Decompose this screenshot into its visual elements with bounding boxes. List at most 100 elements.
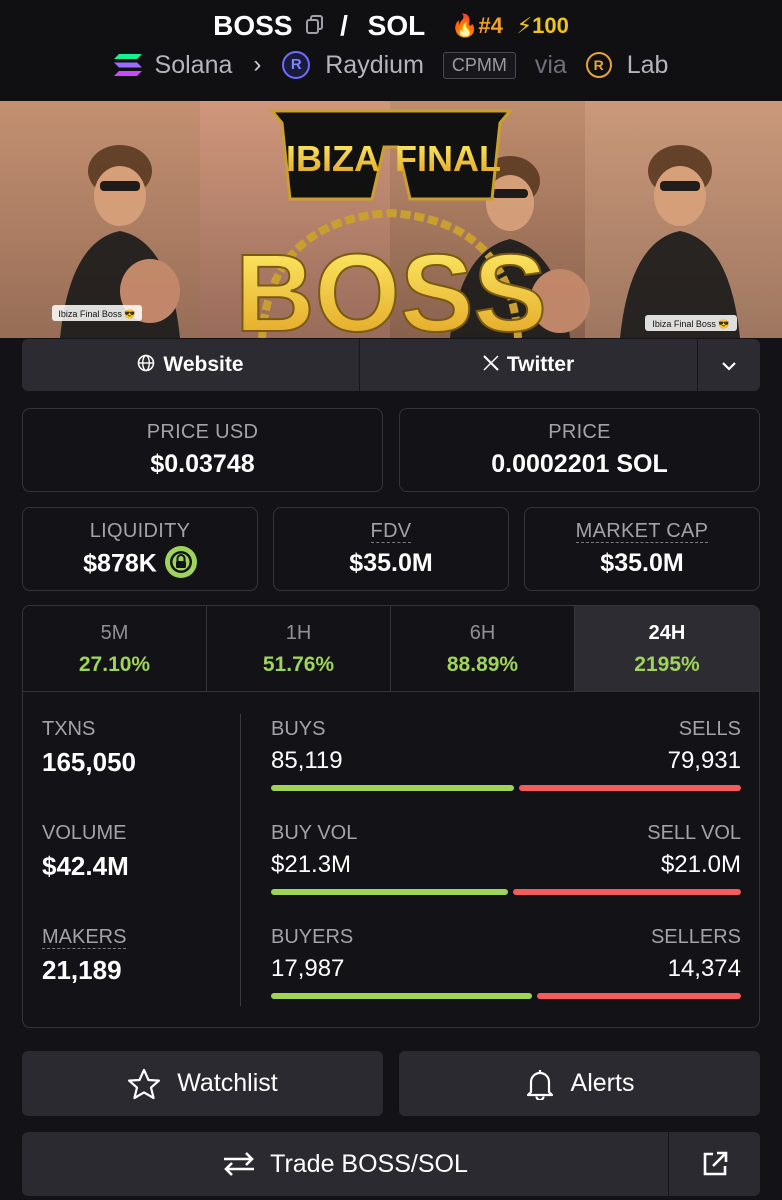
watchlist-button[interactable]: Watchlist (22, 1051, 383, 1116)
open-external-button[interactable] (669, 1132, 760, 1196)
divider (240, 714, 241, 1006)
chevron-down-icon (721, 353, 737, 377)
timeframe-tabs: 5M 27.10% 1H 51.76% 6H 88.89% 24H 2195% (23, 606, 759, 692)
txns-label: TXNS (42, 718, 96, 740)
liquidity-card: LIQUIDITY $878K (22, 507, 258, 591)
tab-change: 51.76% (262, 653, 335, 676)
watchlist-label: Watchlist (177, 1069, 278, 1097)
pair-separator: / (340, 9, 348, 41)
twitter-label: Twitter (506, 353, 575, 376)
buys-value: 85,119 (271, 747, 343, 774)
buy-vol-label: BUY VOL (271, 822, 358, 844)
external-link-icon (703, 1151, 727, 1176)
metrics-body: TXNS 165,050 VOLUME $42.4M MAKERS 21,189… (23, 692, 759, 1027)
lock-icon[interactable] (164, 546, 197, 578)
price-usd-card: PRICE USD $0.03748 (22, 408, 383, 492)
volume-label: VOLUME (42, 822, 127, 844)
social-links-bar: Website Twitter (22, 339, 760, 391)
chevron-right-icon: › (253, 51, 262, 79)
alerts-label: Alerts (570, 1069, 635, 1097)
website-label: Website (163, 353, 244, 376)
tab-change: 27.10% (78, 653, 151, 676)
volume-block: VOLUME $42.4M (42, 822, 129, 882)
chain-name[interactable]: Solana (155, 51, 233, 80)
bell-icon (526, 1069, 553, 1100)
trending-rank[interactable]: 🔥#4 (451, 13, 503, 39)
solana-icon (113, 54, 142, 77)
liquidity-label: LIQUIDITY (89, 520, 191, 542)
tab-label: 24H (648, 622, 686, 644)
fdv-value: $35.0M (349, 549, 433, 577)
volume-split-block: BUY VOL SELL VOL $21.3M $21.0M (271, 822, 741, 895)
dex-name[interactable]: Raydium (325, 51, 424, 80)
tab-label: 5M (100, 622, 129, 644)
buy-vol-value: $21.3M (271, 851, 352, 878)
price-usd-value: $0.03748 (150, 450, 255, 478)
twitter-button[interactable]: Twitter (360, 339, 698, 391)
volume-split-bar (271, 889, 741, 895)
txns-value: 165,050 (42, 747, 136, 777)
tab-5m[interactable]: 5M 27.10% (23, 606, 207, 691)
boost-value: 100 (532, 12, 569, 38)
banner-final: FINAL (395, 138, 501, 179)
liquidity-value: $878K (83, 549, 157, 578)
txns-block: TXNS 165,050 (42, 718, 136, 778)
buys-label: BUYS (271, 718, 326, 740)
sell-vol-label: SELL VOL (647, 822, 741, 844)
pool-type-badge: CPMM (442, 51, 516, 79)
buys-sells-block: BUYS SELLS 85,119 79,931 (271, 718, 741, 791)
trade-label: Trade BOSS/SOL (270, 1149, 468, 1178)
banner-boss: BOSS (235, 232, 547, 338)
pair-title: BOSS / SOL 🔥#4 ⚡100 (0, 8, 782, 42)
buyers-sellers-bar (271, 993, 741, 999)
banner-ibiza: IBIZA (286, 138, 380, 179)
price-native-label: PRICE (548, 421, 611, 443)
sellers-bar-fill (537, 993, 741, 999)
sell-vol-value: $21.0M (660, 851, 741, 878)
token-banner: IBIZA FINAL BOSS Ibiza Final Boss 😎 Ibiz… (0, 101, 782, 338)
more-links-button[interactable] (698, 339, 760, 391)
fdv-card: FDV $35.0M (273, 507, 509, 591)
sells-value: 79,931 (667, 747, 741, 774)
swap-arrows-icon (224, 1152, 255, 1176)
sellers-value: 14,374 (667, 955, 741, 982)
boost-badge[interactable]: ⚡100 (517, 13, 569, 39)
tab-1h[interactable]: 1H 51.76% (207, 606, 391, 691)
market-cap-card: MARKET CAP $35.0M (524, 507, 760, 591)
raydium-icon: R (282, 51, 311, 80)
globe-icon (137, 354, 155, 377)
buyers-bar-fill (271, 993, 533, 999)
sellers-label: SELLERS (650, 926, 741, 948)
quote-symbol: SOL (367, 9, 426, 41)
website-button[interactable]: Website (22, 339, 360, 391)
sells-label: SELLS (678, 718, 741, 740)
flame-icon: 🔥 (450, 12, 479, 38)
trade-button[interactable]: Trade BOSS/SOL (22, 1132, 669, 1196)
buy-bar-fill (271, 785, 514, 791)
sell-bar-fill (518, 785, 741, 791)
tab-label: 1H (285, 622, 312, 644)
price-native-value: 0.0002201 SOL (491, 450, 668, 478)
alerts-button[interactable]: Alerts (399, 1051, 760, 1116)
makers-label[interactable]: MAKERS (42, 926, 127, 949)
pair-route: Solana › R Raydium CPMM via R Lab (0, 50, 782, 80)
star-icon (128, 1068, 161, 1099)
buy-vol-bar-fill (271, 889, 508, 895)
price-usd-label: PRICE USD (146, 421, 259, 443)
tab-24h[interactable]: 24H 2195% (575, 606, 759, 691)
token-symbol: BOSS (213, 9, 293, 41)
rank-value: #4 (478, 12, 503, 38)
tab-change: 2195% (634, 653, 700, 676)
buyers-label: BUYERS (271, 926, 354, 948)
market-cap-label[interactable]: MARKET CAP (575, 520, 709, 543)
fdv-label[interactable]: FDV (370, 520, 412, 543)
x-logo-icon (483, 354, 499, 376)
lab-icon: R (585, 52, 612, 79)
price-native-card: PRICE 0.0002201 SOL (399, 408, 760, 492)
copy-icon[interactable] (306, 10, 324, 42)
source-name[interactable]: Lab (627, 51, 669, 80)
buyers-sellers-block: BUYERS SELLERS 17,987 14,374 (271, 926, 741, 999)
volume-value: $42.4M (42, 851, 129, 881)
sell-vol-bar-fill (512, 889, 741, 895)
tab-6h[interactable]: 6H 88.89% (391, 606, 575, 691)
